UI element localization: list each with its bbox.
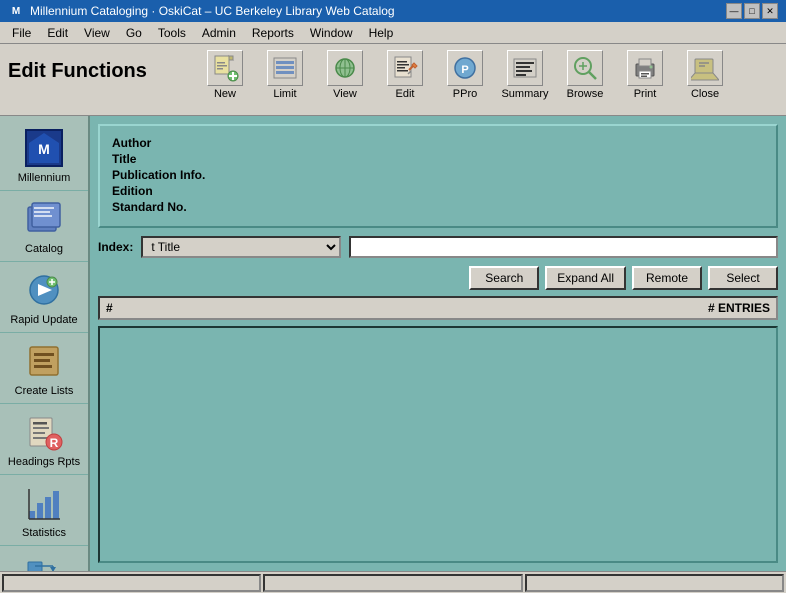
record-author: Author bbox=[112, 136, 764, 150]
app-icon: M bbox=[8, 3, 24, 19]
limit-icon bbox=[267, 50, 303, 86]
main-layout: M Millennium Catalog bbox=[0, 116, 786, 571]
toolbar-new-button[interactable]: New bbox=[196, 48, 254, 102]
headings-rpts-icon: R bbox=[22, 410, 66, 454]
window-title: Millennium Cataloging · OskiCat – UC Ber… bbox=[30, 4, 395, 18]
print-icon bbox=[627, 50, 663, 86]
search-button[interactable]: Search bbox=[469, 266, 539, 290]
hash-label: # bbox=[106, 301, 113, 315]
buttons-row: Search Expand All Remote Select bbox=[98, 266, 778, 290]
view-icon bbox=[327, 50, 363, 86]
create-lists-label: Create Lists bbox=[15, 385, 74, 397]
menu-go[interactable]: Go bbox=[118, 24, 150, 42]
limit-label: Limit bbox=[273, 88, 296, 100]
sidebar-item-rapid-update[interactable]: Rapid Update bbox=[0, 262, 88, 333]
catalog-icon bbox=[22, 197, 66, 241]
svg-text:P: P bbox=[461, 64, 468, 76]
record-title: Title bbox=[112, 152, 764, 166]
minimize-button[interactable]: — bbox=[726, 3, 742, 19]
svg-text:R: R bbox=[50, 436, 59, 450]
statistics-icon bbox=[22, 481, 66, 525]
sidebar: M Millennium Catalog bbox=[0, 116, 90, 571]
status-panel-2 bbox=[263, 574, 522, 592]
menu-help[interactable]: Help bbox=[361, 24, 402, 42]
data-exchange-icon bbox=[22, 552, 66, 571]
new-icon bbox=[207, 50, 243, 86]
toolbar-buttons: New Limit bbox=[196, 48, 734, 102]
expand-all-button[interactable]: Expand All bbox=[545, 266, 626, 290]
toolbar-browse-button[interactable]: Browse bbox=[556, 48, 614, 102]
toolbar-ppro-button[interactable]: P PPro bbox=[436, 48, 494, 102]
millennium-label: Millennium bbox=[18, 172, 71, 184]
menu-edit[interactable]: Edit bbox=[39, 24, 76, 42]
menu-tools[interactable]: Tools bbox=[150, 24, 194, 42]
close-icon bbox=[687, 50, 723, 86]
app-container: Edit Functions bbox=[0, 44, 786, 593]
status-bar bbox=[0, 571, 786, 593]
title-bar: M Millennium Cataloging · OskiCat – UC B… bbox=[0, 0, 786, 22]
record-publication: Publication Info. bbox=[112, 168, 764, 182]
svg-text:M: M bbox=[38, 141, 50, 157]
new-label: New bbox=[214, 88, 236, 100]
entries-label: # ENTRIES bbox=[708, 301, 770, 315]
menu-file[interactable]: File bbox=[4, 24, 39, 42]
close-label: Close bbox=[691, 88, 719, 100]
toolbar-close-button[interactable]: Close bbox=[676, 48, 734, 102]
edit-icon bbox=[387, 50, 423, 86]
toolbar-summary-button[interactable]: Summary bbox=[496, 48, 554, 102]
edit-label: Edit bbox=[396, 88, 415, 100]
statistics-label: Statistics bbox=[22, 527, 66, 539]
sidebar-item-millennium[interactable]: M Millennium bbox=[0, 120, 88, 191]
remote-button[interactable]: Remote bbox=[632, 266, 702, 290]
page-title: Edit Functions bbox=[8, 48, 188, 83]
index-label: Index: bbox=[98, 240, 133, 254]
sidebar-item-data-exchange[interactable]: Data Exchange bbox=[0, 546, 88, 571]
record-standard-no: Standard No. bbox=[112, 200, 764, 214]
menu-view[interactable]: View bbox=[76, 24, 118, 42]
search-row: Index: t Title a Author s Subject c Call… bbox=[98, 236, 778, 258]
millennium-icon: M bbox=[22, 126, 66, 170]
window-controls: — □ ✕ bbox=[726, 3, 778, 19]
results-header: # # ENTRIES bbox=[98, 296, 778, 320]
menu-reports[interactable]: Reports bbox=[244, 24, 302, 42]
summary-label: Summary bbox=[501, 88, 548, 100]
status-panel-1 bbox=[2, 574, 261, 592]
toolbar-edit-button[interactable]: Edit bbox=[376, 48, 434, 102]
record-box: Author Title Publication Info. Edition S… bbox=[98, 124, 778, 228]
toolbar: Edit Functions bbox=[0, 44, 786, 116]
summary-icon bbox=[507, 50, 543, 86]
browse-label: Browse bbox=[567, 88, 604, 100]
record-edition: Edition bbox=[112, 184, 764, 198]
index-select[interactable]: t Title a Author s Subject c Call No. k … bbox=[141, 236, 341, 258]
ppro-label: PPro bbox=[453, 88, 477, 100]
sidebar-item-statistics[interactable]: Statistics bbox=[0, 475, 88, 546]
select-button[interactable]: Select bbox=[708, 266, 778, 290]
close-button[interactable]: ✕ bbox=[762, 3, 778, 19]
menu-admin[interactable]: Admin bbox=[194, 24, 244, 42]
headings-rpts-label: Headings Rpts bbox=[8, 456, 80, 468]
search-input[interactable] bbox=[349, 236, 778, 258]
sidebar-item-create-lists[interactable]: Create Lists bbox=[0, 333, 88, 404]
menu-bar: File Edit View Go Tools Admin Reports Wi… bbox=[0, 22, 786, 44]
maximize-button[interactable]: □ bbox=[744, 3, 760, 19]
results-body bbox=[98, 326, 778, 563]
catalog-label: Catalog bbox=[25, 243, 63, 255]
toolbar-limit-button[interactable]: Limit bbox=[256, 48, 314, 102]
content-area: Author Title Publication Info. Edition S… bbox=[90, 116, 786, 571]
ppro-icon: P bbox=[447, 50, 483, 86]
sidebar-item-headings-rpts[interactable]: R Headings Rpts bbox=[0, 404, 88, 475]
create-lists-icon bbox=[22, 339, 66, 383]
rapid-update-label: Rapid Update bbox=[10, 314, 77, 326]
status-panel-3 bbox=[525, 574, 784, 592]
menu-window[interactable]: Window bbox=[302, 24, 361, 42]
toolbar-print-button[interactable]: Print bbox=[616, 48, 674, 102]
rapid-update-icon bbox=[22, 268, 66, 312]
view-label: View bbox=[333, 88, 357, 100]
toolbar-view-button[interactable]: View bbox=[316, 48, 374, 102]
browse-icon bbox=[567, 50, 603, 86]
sidebar-item-catalog[interactable]: Catalog bbox=[0, 191, 88, 262]
print-label: Print bbox=[634, 88, 657, 100]
